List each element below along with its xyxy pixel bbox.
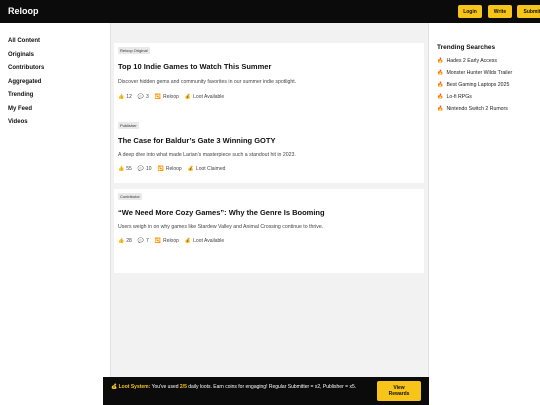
feed-card[interactable]: Publisher The Case for Baldur’s Gate 3 W… <box>114 118 424 183</box>
trending-item[interactable]: 🔥 Lo-fi RPGs <box>437 91 537 103</box>
nav-item-originals[interactable]: Originals <box>8 51 98 65</box>
repeat-icon: 🔁 <box>157 166 164 172</box>
loot-system-label: Loot System: <box>118 384 151 390</box>
feed-column: Reloop Original Top 10 Indie Games to Wa… <box>110 23 429 405</box>
nav-item-videos[interactable]: Videos <box>8 118 98 132</box>
nav-item-all-content[interactable]: All Content <box>8 37 98 51</box>
left-nav: All Content Originals Contributors Aggre… <box>8 37 98 132</box>
trending-item[interactable]: 🔥 Hades 2 Early Access <box>437 55 537 67</box>
fire-icon: 🔥 <box>437 82 444 88</box>
card-meta: 👍 28 💬 7 🔁 Reloop 💰 Loot Available <box>118 238 224 244</box>
card-meta: 👍 55 💬 10 🔁 Reloop 💰 Loot Claimed <box>118 166 225 172</box>
fire-icon: 🔥 <box>437 94 444 100</box>
loot-label: Loot Claimed <box>195 166 226 172</box>
top-bar: Reloop Login Write Submit <box>0 0 540 23</box>
trending-item-label: Lo-fi RPGs <box>446 94 472 100</box>
money-bag-icon: 💰 <box>184 94 192 100</box>
reloop-button[interactable]: 🔁 Reloop <box>158 166 182 172</box>
like-count: 12 <box>126 94 132 100</box>
fire-icon: 🔥 <box>437 106 444 112</box>
reloop-label: Reloop <box>163 94 179 100</box>
reloop-button[interactable]: 🔁 Reloop <box>155 238 179 244</box>
card-meta: 👍 12 💬 3 🔁 Reloop 💰 Loot Available <box>118 94 224 100</box>
trending-item-label: Monster Hunter Wilds Trailer <box>446 70 513 76</box>
trending-sidebar: Trending Searches 🔥 Hades 2 Early Access … <box>437 44 537 115</box>
comment-count: 7 <box>146 238 149 244</box>
money-bag-icon: 💰 <box>187 166 194 172</box>
card-tag: Reloop Original <box>118 47 150 54</box>
like-count: 28 <box>126 238 132 244</box>
card-description: Discover hidden gems and community favor… <box>118 79 297 85</box>
write-button[interactable]: Write <box>488 5 512 18</box>
feed-card[interactable]: Contributor “We Need More Cozy Games”: W… <box>114 189 424 273</box>
loot-status[interactable]: 💰 Loot Available <box>185 94 224 100</box>
repeat-icon: 🔁 <box>154 238 162 244</box>
card-title[interactable]: “We Need More Cozy Games”: Why the Genre… <box>118 208 325 217</box>
comment-button[interactable]: 💬 7 <box>138 238 149 244</box>
trending-item[interactable]: 🔥 Nintendo Switch 2 Rumors <box>437 103 537 115</box>
comment-button[interactable]: 💬 3 <box>138 94 149 100</box>
thumbs-up-icon: 👍 <box>118 166 125 172</box>
submit-button[interactable]: Submit <box>517 5 540 18</box>
speech-bubble-icon: 💬 <box>137 166 145 172</box>
fire-icon: 🔥 <box>437 70 444 76</box>
money-bag-icon: 💰 <box>184 238 192 244</box>
like-button[interactable]: 👍 12 <box>118 94 132 100</box>
trending-item[interactable]: 🔥 Monster Hunter Wilds Trailer <box>437 67 537 79</box>
loot-used-count: 2/5 <box>179 384 187 390</box>
loot-label: Loot Available <box>193 238 225 244</box>
trending-item-label: Nintendo Switch 2 Rumors <box>446 106 508 112</box>
brand-logo[interactable]: Reloop <box>8 6 39 16</box>
nav-item-contributors[interactable]: Contributors <box>8 64 98 78</box>
like-button[interactable]: 👍 55 <box>118 166 132 172</box>
trending-item[interactable]: 🔥 Best Gaming Laptops 2025 <box>437 79 537 91</box>
nav-item-trending[interactable]: Trending <box>8 91 98 105</box>
comment-count: 3 <box>146 94 149 100</box>
view-rewards-button[interactable]: View Rewards <box>377 381 421 401</box>
reloop-label: Reloop <box>163 238 179 244</box>
nav-item-my-feed[interactable]: My Feed <box>8 105 98 119</box>
thumbs-up-icon: 👍 <box>118 94 125 100</box>
card-title[interactable]: Top 10 Indie Games to Watch This Summer <box>118 62 271 71</box>
card-tag: Contributor <box>118 193 142 200</box>
login-button[interactable]: Login <box>458 5 482 18</box>
trending-item-label: Best Gaming Laptops 2025 <box>446 82 510 88</box>
feed-card[interactable]: Reloop Original Top 10 Indie Games to Wa… <box>114 43 424 128</box>
loot-status[interactable]: 💰 Loot Claimed <box>188 166 226 172</box>
like-button[interactable]: 👍 28 <box>118 238 132 244</box>
card-description: Users weigh in on why games like Stardew… <box>118 224 324 230</box>
speech-bubble-icon: 💬 <box>137 94 145 100</box>
loot-text-before: You've used <box>151 384 179 390</box>
card-description: A deep dive into what made Larian’s mast… <box>118 152 296 158</box>
loot-banner: 💰 Loot System: You've used 2/5 daily loo… <box>103 377 429 405</box>
repeat-icon: 🔁 <box>154 94 162 100</box>
loot-banner-text: 💰 Loot System: You've used 2/5 daily loo… <box>111 384 366 391</box>
card-tag: Publisher <box>118 122 139 129</box>
comment-button[interactable]: 💬 10 <box>138 166 152 172</box>
loot-status[interactable]: 💰 Loot Available <box>185 238 224 244</box>
trending-item-label: Hades 2 Early Access <box>446 58 497 64</box>
view-rewards-line2: Rewards <box>388 391 410 397</box>
fire-icon: 🔥 <box>437 58 444 64</box>
like-count: 55 <box>126 166 132 172</box>
thumbs-up-icon: 👍 <box>118 238 125 244</box>
loot-text-after: daily loots. Earn coins for engaging! Re… <box>188 384 357 390</box>
card-title[interactable]: The Case for Baldur’s Gate 3 Winning GOT… <box>118 136 275 145</box>
reloop-button[interactable]: 🔁 Reloop <box>155 94 179 100</box>
trending-heading: Trending Searches <box>437 44 496 51</box>
money-bag-icon: 💰 <box>111 384 118 390</box>
speech-bubble-icon: 💬 <box>137 238 145 244</box>
loot-label: Loot Available <box>193 94 225 100</box>
nav-item-aggregated[interactable]: Aggregated <box>8 78 98 92</box>
reloop-label: Reloop <box>165 166 182 172</box>
comment-count: 10 <box>146 166 152 172</box>
